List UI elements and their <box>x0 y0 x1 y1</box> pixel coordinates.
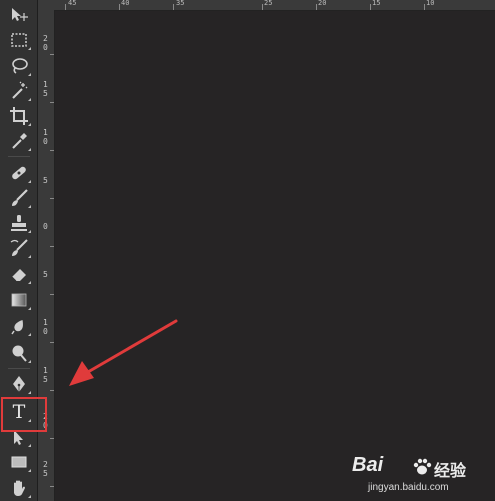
watermark-suffix: 经验 <box>434 461 467 480</box>
lasso-icon <box>12 58 28 74</box>
move-tool-button[interactable] <box>5 3 33 27</box>
eraser-tool-button[interactable] <box>5 262 33 286</box>
ruler-tick <box>50 54 54 55</box>
pen-icon <box>13 376 25 392</box>
ruler-tick <box>50 438 54 439</box>
ruler-top-label: 10 <box>426 0 435 7</box>
blur-tool-button[interactable] <box>5 314 33 338</box>
history-brush-tool-button[interactable] <box>5 236 33 260</box>
crop-tool-button[interactable] <box>5 104 33 128</box>
eraser-icon <box>11 269 26 282</box>
ruler-top-label: 45 <box>68 0 77 7</box>
ruler-corner <box>38 0 54 10</box>
ruler-tick <box>50 150 54 151</box>
ruler-tick <box>424 4 425 10</box>
baidu-jingyan-watermark: Bai 经验 jingyan.baidu.com <box>352 452 492 498</box>
pen-tool-button[interactable] <box>5 372 33 396</box>
marquee-tool-button[interactable] <box>5 28 33 52</box>
gradient-icon <box>11 293 27 307</box>
ruler-left-label: 1 5 <box>43 366 48 384</box>
ruler-top-label: 40 <box>121 0 130 7</box>
ruler-left-label: 1 0 <box>43 128 48 146</box>
ruler-left-label: 5 <box>43 176 48 185</box>
ruler-tick <box>262 4 263 10</box>
magic-wand-tool-button[interactable] <box>5 79 33 103</box>
move-icon <box>12 8 28 21</box>
healing-brush-tool-button[interactable] <box>5 161 33 185</box>
ruler-left-label: 1 5 <box>43 80 48 98</box>
ruler-top-label: 15 <box>372 0 381 7</box>
magic-wand-icon <box>12 81 28 99</box>
droplet-icon <box>11 319 23 335</box>
crop-icon <box>10 107 28 125</box>
ruler-top-label: 35 <box>176 0 185 7</box>
ruler-left-label: 1 0 <box>43 318 48 336</box>
ruler-tick <box>50 246 54 247</box>
ruler-tick <box>173 4 174 10</box>
hand-tool-button[interactable] <box>5 476 33 500</box>
watermark-url: jingyan.baidu.com <box>368 482 449 493</box>
ruler-tick <box>316 4 317 10</box>
brush-icon <box>12 189 28 206</box>
dodge-icon <box>12 345 27 362</box>
bandage-icon <box>12 166 26 180</box>
brush-tool-button[interactable] <box>5 186 33 210</box>
hand-icon <box>14 480 25 496</box>
baidu-paw-icon <box>413 458 432 475</box>
horizontal-ruler[interactable]: 45 40 35 25 20 15 10 <box>54 0 495 11</box>
marquee-icon <box>11 33 27 47</box>
ruler-tick <box>370 4 371 10</box>
ruler-left-label: 5 <box>43 270 48 279</box>
stamp-icon <box>11 215 27 231</box>
type-tool-highlight-box <box>1 397 47 432</box>
ruler-tick <box>50 198 54 199</box>
dodge-tool-button[interactable] <box>5 341 33 365</box>
toolbar-separator <box>8 368 30 369</box>
rectangle-icon <box>11 456 27 468</box>
eyedropper-icon <box>12 133 27 149</box>
ruler-left-label: 2 0 <box>43 34 48 52</box>
ruler-tick <box>50 102 54 103</box>
document-canvas[interactable] <box>55 11 495 501</box>
ruler-tick <box>119 4 120 10</box>
ruler-top-label: 20 <box>318 0 327 7</box>
toolbar-separator <box>8 156 30 157</box>
gradient-tool-button[interactable] <box>5 288 33 312</box>
ruler-top-label: 25 <box>264 0 273 7</box>
ruler-left-label: 0 <box>43 222 48 231</box>
watermark-logo-text: Bai <box>352 454 384 476</box>
ruler-tick <box>50 486 54 487</box>
eyedropper-tool-button[interactable] <box>5 129 33 153</box>
history-brush-icon <box>10 239 28 256</box>
rectangle-tool-button[interactable] <box>5 450 33 474</box>
clone-stamp-tool-button[interactable] <box>5 211 33 235</box>
annotation-arrow-icon <box>69 319 178 386</box>
lasso-tool-button[interactable] <box>5 54 33 78</box>
ruler-tick <box>65 4 66 10</box>
ruler-tick <box>50 390 54 391</box>
ruler-tick <box>50 294 54 295</box>
ruler-tick <box>50 342 54 343</box>
ruler-left-label: 2 5 <box>43 460 48 478</box>
